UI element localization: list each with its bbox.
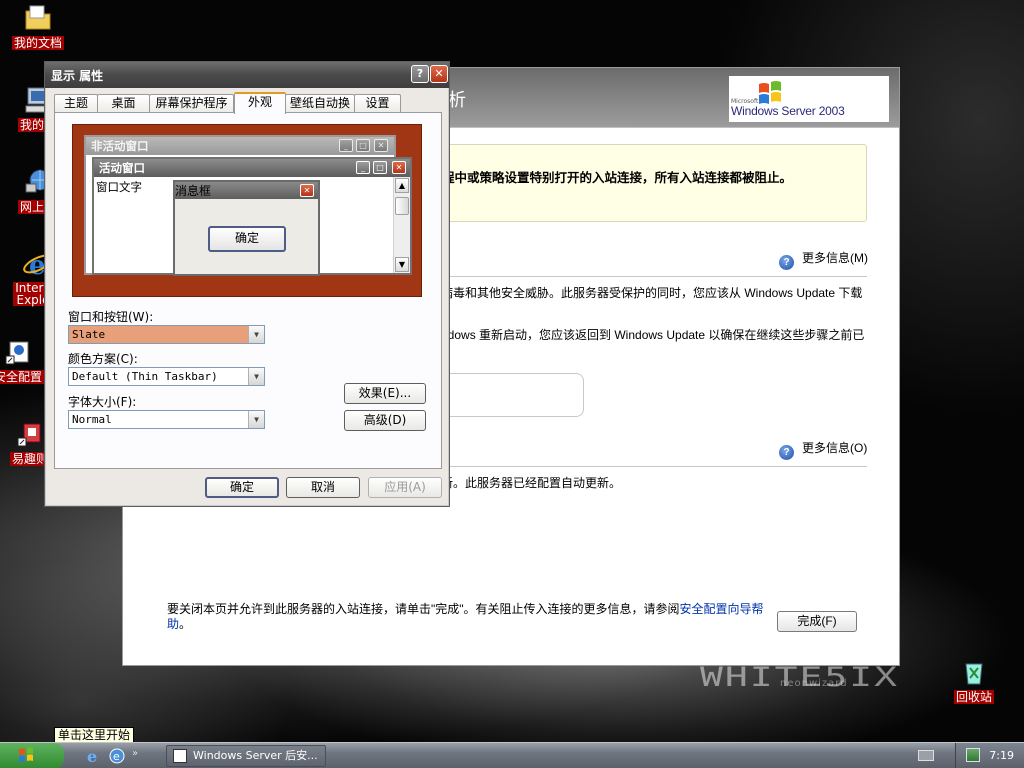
scroll-down-icon: ▼ xyxy=(395,257,409,272)
rounded-panel xyxy=(441,373,584,417)
svg-text:e: e xyxy=(87,747,97,765)
maximize-icon: □ xyxy=(373,161,387,174)
auto-update-text: 新。此服务器已经配置自动更新。 xyxy=(441,476,622,490)
bottom-instructions: 要关闭本页并允许到此服务器的入站连接，请单击"完成"。有关阻止传入连接的更多信息… xyxy=(167,602,767,632)
network-tray-icon[interactable] xyxy=(966,748,980,762)
close-icon: ✕ xyxy=(374,139,388,152)
font-size-select[interactable]: Normal ▼ xyxy=(68,410,265,429)
bottom-instruction-text: 要关闭本页并允许到此服务器的入站连接，请单击"完成"。有关阻止传入连接的更多信息… xyxy=(167,602,680,616)
dialog-title: 显示 属性 xyxy=(51,69,104,83)
keyboard-tray-icon[interactable] xyxy=(918,750,934,761)
update-paragraph-2: ndows 重新启动，您应该返回到 Windows Update 以确保在继续这… xyxy=(441,328,865,342)
warning-box: 程中或策略设置特别打开的入站连接，所有入站连接都被阻止。 xyxy=(441,144,867,222)
dialog-tabs: 主题 桌面 屏幕保护程序 外观 壁纸自动换 设置 xyxy=(54,92,444,114)
chevron-down-icon[interactable]: ▼ xyxy=(248,326,264,343)
appearance-preview: 非活动窗口 _ □ ✕ 活动窗口 _ □ ✕ 窗口文字 ▲ ▼ 消息框 ✕ 确定 xyxy=(72,124,422,297)
logo-text: Windows Server 2003 xyxy=(731,104,845,118)
taskbar-item-label: Windows Server 后安... xyxy=(193,749,318,762)
more-info-label: 更多信息(M) xyxy=(802,251,868,265)
finish-button[interactable]: 完成(F) xyxy=(777,611,857,632)
close-icon: ✕ xyxy=(300,184,314,197)
ok-button[interactable]: 确定 xyxy=(205,477,279,498)
start-button[interactable] xyxy=(0,743,64,768)
wizard-banner-title: 析 xyxy=(448,90,466,111)
chevron-down-icon[interactable]: ▼ xyxy=(248,368,264,385)
effects-button[interactable]: 效果(E)... xyxy=(344,383,426,404)
chevron-down-icon[interactable]: ▼ xyxy=(248,411,264,428)
tab-desktop[interactable]: 桌面 xyxy=(97,94,150,113)
shortcut-icon xyxy=(17,423,41,447)
color-scheme-value: Default (Thin Taskbar) xyxy=(72,370,218,383)
window-icon xyxy=(173,749,187,763)
security-icon xyxy=(5,341,29,365)
windows-buttons-select[interactable]: Slate ▼ xyxy=(68,325,265,344)
help-button[interactable]: ? xyxy=(411,65,429,83)
folder-icon xyxy=(25,5,51,30)
color-scheme-label: 颜色方案(C): xyxy=(68,352,138,366)
tab-settings[interactable]: 设置 xyxy=(354,94,401,113)
ie-quicklaunch-icon[interactable]: e xyxy=(84,747,102,765)
font-size-value: Normal xyxy=(72,413,112,426)
preview-window-text: 窗口文字 xyxy=(96,180,142,194)
minimize-icon: _ xyxy=(339,139,353,152)
more-info-link-o[interactable]: ? 更多信息(O) xyxy=(779,439,867,460)
advanced-button[interactable]: 高级(D) xyxy=(344,410,426,431)
appearance-panel: 非活动窗口 _ □ ✕ 活动窗口 _ □ ✕ 窗口文字 ▲ ▼ 消息框 ✕ 确定… xyxy=(54,112,442,469)
warning-text: 程中或策略设置特别打开的入站连接，所有入站连接都被阻止。 xyxy=(442,171,793,185)
tab-themes[interactable]: 主题 xyxy=(54,94,98,113)
divider xyxy=(441,466,867,467)
windows-flag-icon xyxy=(19,747,33,762)
windows-flag-icon xyxy=(759,81,781,104)
desktop-icon-label: 安全配置 xyxy=(0,370,44,384)
quicklaunch-more-icon[interactable]: » xyxy=(132,748,138,759)
recycle-bin-icon xyxy=(965,663,983,685)
clock[interactable]: 7:19 xyxy=(989,749,1014,762)
preview-ok-button: 确定 xyxy=(208,226,286,252)
tab-wallpaper-changer[interactable]: 壁纸自动换 xyxy=(285,94,355,113)
windows-buttons-value: Slate xyxy=(72,328,106,341)
taskbar: e e » Windows Server 后安... 7:19 xyxy=(0,742,1024,768)
help-question-icon: ? xyxy=(779,445,794,460)
color-scheme-select[interactable]: Default (Thin Taskbar) ▼ xyxy=(68,367,265,386)
maximize-icon: □ xyxy=(356,139,370,152)
preview-message-box: 消息框 ✕ 确定 xyxy=(173,180,320,276)
scroll-thumb xyxy=(395,197,409,215)
svg-text:e: e xyxy=(113,750,120,763)
desktop-icon-label: 我的文档 xyxy=(11,36,64,50)
desktop-icon-recycle-bin[interactable]: 回收站 xyxy=(938,656,1010,704)
windows-buttons-label: 窗口和按钮(W): xyxy=(68,310,154,324)
more-info-link-m[interactable]: ? 更多信息(M) xyxy=(779,249,868,270)
bottom-instruction-end: 。 xyxy=(179,617,192,631)
browser-quicklaunch-icon[interactable]: e xyxy=(108,747,126,765)
more-info-label: 更多信息(O) xyxy=(802,441,868,455)
taskbar-item-wizard[interactable]: Windows Server 后安... xyxy=(166,745,326,767)
dialog-titlebar[interactable]: 显示 属性 ? ✕ xyxy=(45,62,449,88)
display-properties-dialog: 显示 属性 ? ✕ 主题 桌面 屏幕保护程序 外观 壁纸自动换 设置 非活动窗口… xyxy=(44,61,450,507)
preview-message-title: 消息框 xyxy=(175,182,318,199)
apply-button[interactable]: 应用(A) xyxy=(368,477,442,498)
cancel-button[interactable]: 取消 xyxy=(286,477,360,498)
close-button[interactable]: ✕ xyxy=(430,65,448,83)
font-size-label: 字体大小(F): xyxy=(68,395,137,409)
desktop-icon-my-documents[interactable]: 我的文档 xyxy=(2,2,74,50)
windows-server-logo: Microsoft Windows Server 2003 xyxy=(729,76,889,122)
tab-screensaver[interactable]: 屏幕保护程序 xyxy=(149,94,234,113)
wallpaper-watermark-sub: neonwizard xyxy=(780,678,848,689)
system-tray: 7:19 xyxy=(955,743,1024,768)
preview-scrollbar: ▲ ▼ xyxy=(393,177,410,273)
desktop: 我的文档 我的电 网上邻 e Intern Explo 安全配置 易趣则 回收站… xyxy=(0,0,1024,742)
scroll-up-icon: ▲ xyxy=(395,178,409,193)
desktop-icon-label: 回收站 xyxy=(953,690,994,704)
close-icon: ✕ xyxy=(392,161,406,174)
help-question-icon: ? xyxy=(779,255,794,270)
update-paragraph-1: 病毒和其他安全威胁。此服务器受保护的同时，您应该从 Windows Update… xyxy=(441,286,863,300)
divider xyxy=(441,276,867,277)
tab-appearance[interactable]: 外观 xyxy=(234,92,286,114)
minimize-icon: _ xyxy=(356,161,370,174)
